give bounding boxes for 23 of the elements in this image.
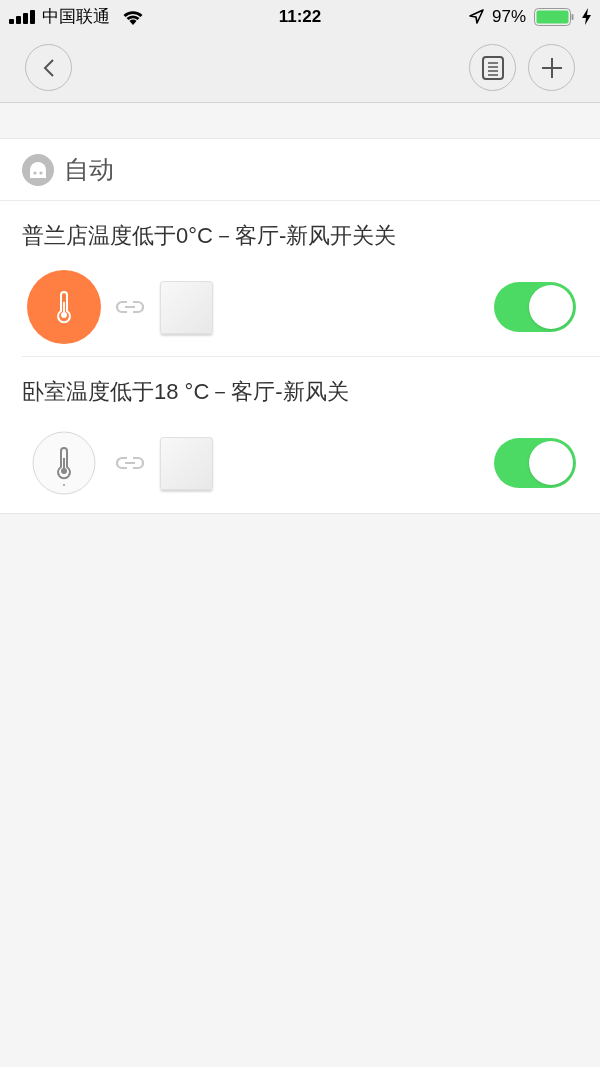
switch-device-icon bbox=[160, 280, 213, 334]
switch-device-icon bbox=[160, 436, 213, 490]
rule-title: 普兰店温度低于0°C－客厅-新风开关关 bbox=[22, 222, 398, 250]
rule-title: 卧室温度低于18 °C－客厅-新风关 bbox=[22, 378, 350, 406]
wifi-icon bbox=[122, 8, 144, 25]
plus-icon bbox=[540, 56, 563, 79]
link-icon bbox=[116, 456, 144, 470]
list-icon bbox=[481, 55, 504, 80]
robot-icon bbox=[22, 153, 54, 186]
battery-icon bbox=[534, 7, 574, 26]
section-title: 自动 bbox=[64, 153, 114, 185]
toggle-switch[interactable] bbox=[494, 282, 576, 332]
location-icon bbox=[468, 9, 484, 24]
charging-icon bbox=[582, 8, 591, 25]
signal-icon bbox=[9, 9, 36, 24]
link-icon bbox=[116, 300, 144, 314]
sensor-device-icon bbox=[32, 431, 96, 495]
thermometer-badge-icon bbox=[27, 270, 101, 344]
battery-percent: 97% bbox=[491, 5, 526, 28]
clock-time: 11:22 bbox=[278, 6, 322, 26]
toggle-switch[interactable] bbox=[494, 438, 576, 488]
carrier-name: 中国联通 bbox=[42, 5, 110, 28]
back-icon bbox=[42, 57, 55, 78]
